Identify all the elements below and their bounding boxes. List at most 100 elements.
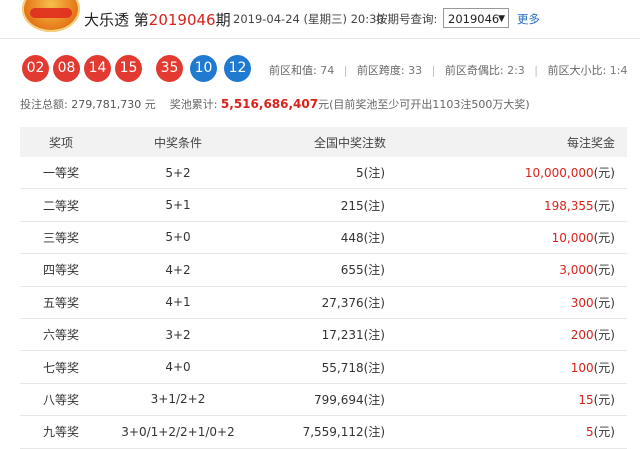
front-ball-1: 02 xyxy=(22,55,49,82)
total-unit: 元 xyxy=(144,98,156,111)
table-row: 九等奖 3+0/1+2/2+1/0+2 7,559,112(注) 5(元) xyxy=(20,415,627,449)
winner-count: 655(注) xyxy=(254,253,386,287)
prize-amount: 300(元) xyxy=(386,286,627,319)
span-label: 前区跨度: xyxy=(356,64,405,77)
prize-amount-unit: (元) xyxy=(593,263,615,278)
odd-even-label: 前区奇偶比: xyxy=(444,64,504,77)
prize-amount-unit: (元) xyxy=(593,425,615,440)
prize-amount-value: 200 xyxy=(570,328,594,343)
odd-even-value: 2:3 xyxy=(507,64,525,77)
total-value: 279,781,730 xyxy=(71,98,142,111)
prize-amount: 198,355(元) xyxy=(386,188,627,222)
more-link[interactable]: 更多 xyxy=(517,11,540,27)
prize-level: 七等奖 xyxy=(20,350,102,384)
prize-level: 三等奖 xyxy=(20,221,102,255)
title-suffix: 期 xyxy=(215,11,231,29)
prize-condition: 3+2 xyxy=(102,318,254,352)
back-ball-2: 12 xyxy=(224,55,251,82)
prize-amount-unit: (元) xyxy=(593,198,615,213)
table-row: 一等奖 5+2 5(注) 10,000,000(元) xyxy=(20,157,627,190)
prize-level: 四等奖 xyxy=(20,253,102,287)
winner-count: 17,231(注) xyxy=(254,318,386,352)
prize-amount-unit: (元) xyxy=(593,328,615,343)
logo-band xyxy=(30,8,72,18)
table-row: 五等奖 4+1 27,376(注) 300(元) xyxy=(20,286,627,319)
prize-amount-value: 10,000,000 xyxy=(524,166,594,181)
sum-value: 74 xyxy=(320,64,335,77)
header-level: 奖项 xyxy=(20,127,102,157)
front-ball-2: 08 xyxy=(53,55,80,82)
prize-amount: 15(元) xyxy=(386,383,627,417)
table-row: 三等奖 5+0 448(注) 10,000(元) xyxy=(20,221,627,255)
sum-label: 前区和值: xyxy=(269,64,317,77)
prize-level: 六等奖 xyxy=(20,318,102,352)
prize-condition: 5+2 xyxy=(102,157,254,190)
table-row: 四等奖 4+2 655(注) 3,000(元) xyxy=(20,253,627,287)
pool-note: 元(目前奖池至少可开出1103注500万大奖) xyxy=(318,98,530,111)
issue-select[interactable]: 2019046 ▼ xyxy=(443,8,509,28)
front-ball-3: 14 xyxy=(84,55,111,82)
prize-level: 二等奖 xyxy=(20,188,102,222)
header-condition: 中奖条件 xyxy=(102,127,254,157)
pool-label: 奖池累计: xyxy=(169,98,218,111)
header-count: 全国中奖注数 xyxy=(254,127,386,157)
lottery-logo-icon xyxy=(22,0,80,32)
table-row: 二等奖 5+1 215(注) 198,355(元) xyxy=(20,188,627,222)
prize-amount: 10,000,000(元) xyxy=(386,157,627,190)
prize-amount-unit: (元) xyxy=(593,360,615,375)
table-row: 七等奖 4+0 55,718(注) 100(元) xyxy=(20,350,627,384)
front-stats: 前区和值: 74 | 前区跨度: 33 | 前区奇偶比: 2:3 | 前区大小比… xyxy=(269,64,628,77)
back-ball-1: 10 xyxy=(190,55,217,82)
prize-amount: 10,000(元) xyxy=(386,221,627,255)
header-amount: 每注奖金 xyxy=(386,127,627,157)
header-divider xyxy=(0,38,640,39)
sales-summary: 投注总额: 279,781,730 元 奖池累计: 5,516,686,407元… xyxy=(20,96,530,112)
front-ball-5: 35 xyxy=(156,55,183,82)
total-label: 投注总额: xyxy=(20,98,68,111)
header-bar: 大乐透 第2019046期 2019-04-24 (星期三) 20:30 按期号… xyxy=(0,0,640,38)
prize-amount-unit: (元) xyxy=(593,166,615,181)
prize-amount: 3,000(元) xyxy=(386,253,627,287)
big-small-label: 前区大小比: xyxy=(547,64,607,77)
front-ball-4: 15 xyxy=(115,55,142,82)
prize-amount: 5(元) xyxy=(386,415,627,449)
prize-amount-unit: (元) xyxy=(593,392,615,407)
prize-amount-value: 3,000 xyxy=(559,263,594,278)
winner-count: 27,376(注) xyxy=(254,286,386,319)
table-row: 六等奖 3+2 17,231(注) 200(元) xyxy=(20,318,627,352)
prize-level: 九等奖 xyxy=(20,415,102,449)
prize-amount: 100(元) xyxy=(386,350,627,384)
winner-count: 55,718(注) xyxy=(254,350,386,384)
title-prefix: 大乐透 第 xyxy=(84,11,149,29)
winner-count: 5(注) xyxy=(254,157,386,190)
prize-level: 五等奖 xyxy=(20,286,102,319)
prize-amount-unit: (元) xyxy=(593,230,615,245)
prize-amount-value: 100 xyxy=(570,360,594,375)
prize-amount-unit: (元) xyxy=(593,295,615,310)
pool-value: 5,516,686,407 xyxy=(220,97,319,111)
page-title: 大乐透 第2019046期 xyxy=(84,9,231,30)
winner-count: 799,694(注) xyxy=(254,383,386,417)
table-row: 八等奖 3+1/2+2 799,694(注) 15(元) xyxy=(20,383,627,417)
prize-condition: 3+0/1+2/2+1/0+2 xyxy=(102,415,254,449)
span-value: 33 xyxy=(408,64,423,77)
draw-datetime: 2019-04-24 (星期三) 20:30 xyxy=(233,12,384,26)
prize-condition: 4+1 xyxy=(102,286,254,319)
prize-condition: 3+1/2+2 xyxy=(102,383,254,417)
prize-amount: 200(元) xyxy=(386,318,627,352)
issue-number: 2019046 xyxy=(148,11,216,29)
prize-amount-value: 198,355 xyxy=(544,198,594,213)
prize-condition: 5+1 xyxy=(102,188,254,222)
winner-count: 448(注) xyxy=(254,221,386,255)
prize-condition: 5+0 xyxy=(102,221,254,255)
winner-count: 7,559,112(注) xyxy=(254,415,386,449)
table-header-row: 奖项 中奖条件 全国中奖注数 每注奖金 xyxy=(20,127,627,157)
prize-amount-value: 10,000 xyxy=(551,230,594,245)
prize-table: 奖项 中奖条件 全国中奖注数 每注奖金 一等奖 5+2 5(注) 10,000,… xyxy=(20,127,627,449)
prize-amount-value: 15 xyxy=(578,392,594,407)
issue-select-value: 2019046 xyxy=(448,12,500,26)
prize-amount-value: 5 xyxy=(585,425,594,440)
prize-condition: 4+0 xyxy=(102,350,254,384)
big-small-value: 1:4 xyxy=(609,64,628,77)
prize-amount-value: 300 xyxy=(570,295,594,310)
